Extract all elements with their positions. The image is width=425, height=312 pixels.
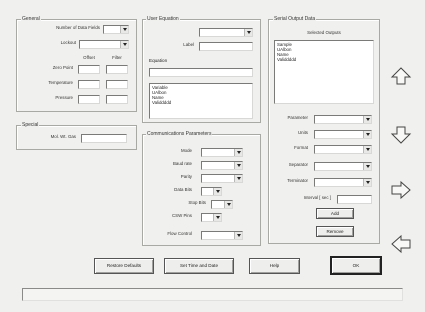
chevron-down-icon — [363, 163, 371, 170]
zero-point-filter-input[interactable] — [106, 65, 128, 74]
parameter-label: Parameter — [287, 115, 309, 120]
baud-rate-select[interactable] — [201, 161, 243, 170]
set-time-date-button[interactable]: Set Time and Date — [164, 258, 234, 274]
down-arrow-icon[interactable] — [390, 125, 412, 145]
pressure-filter-input[interactable] — [106, 95, 128, 104]
special-group-title: Special — [21, 122, 40, 128]
chevron-down-icon — [120, 26, 128, 33]
format-label: Format — [294, 145, 308, 150]
up-arrow-icon[interactable] — [390, 66, 412, 86]
list-item[interactable]: Validdddd — [152, 100, 250, 105]
filter-header: Filter — [112, 55, 122, 60]
selected-outputs-label: Selected Outputs — [307, 30, 341, 35]
status-bar — [22, 288, 403, 301]
list-item[interactable]: Validdddd — [277, 57, 371, 62]
user-equation-label-input[interactable] — [199, 42, 253, 51]
user-equation-label-label: Label — [183, 42, 194, 47]
pressure-label: Pressure — [55, 95, 73, 100]
interval-input[interactable] — [337, 195, 372, 204]
equation-input[interactable] — [149, 68, 253, 77]
chevron-down-icon — [234, 232, 242, 239]
chevron-down-icon — [363, 116, 371, 123]
separator-select[interactable] — [314, 162, 372, 171]
units-select[interactable] — [314, 130, 372, 139]
user-equation-select[interactable] — [199, 28, 253, 37]
terminator-label: Terminator — [287, 178, 308, 183]
chevron-down-icon — [244, 29, 252, 36]
mol-wt-input[interactable] — [81, 134, 127, 143]
mode-select[interactable] — [201, 148, 243, 157]
data-bits-label: Data Bits — [174, 187, 192, 192]
add-button[interactable]: Add — [316, 208, 354, 219]
chevron-down-icon — [234, 175, 242, 182]
mol-wt-label: Mol. Wt. Gas — [50, 134, 76, 139]
serial-output-title: Serial Output Data — [273, 16, 317, 22]
offset-header: Offset — [83, 55, 95, 60]
lockout-label: Lockout — [60, 40, 76, 45]
remove-button[interactable]: Remove — [316, 226, 354, 237]
chevron-down-icon — [120, 41, 128, 48]
lockout-select[interactable] — [79, 40, 129, 49]
equation-label: Equation — [149, 58, 168, 63]
comm-params-title: Communications Parameters — [146, 131, 213, 137]
flow-control-label: Flow Control — [167, 231, 192, 236]
chevron-down-icon — [363, 131, 371, 138]
stop-bits-label: Stop Bits — [188, 200, 206, 205]
chevron-down-icon — [213, 188, 221, 195]
chevron-down-icon — [234, 149, 242, 156]
chevron-down-icon — [234, 162, 242, 169]
stop-bits-select[interactable] — [211, 200, 233, 209]
left-arrow-icon[interactable] — [390, 234, 412, 254]
right-arrow-icon[interactable] — [390, 180, 412, 200]
units-label: Units — [297, 130, 308, 135]
chevron-down-icon — [363, 146, 371, 153]
restore-defaults-button[interactable]: Restore Defaults — [94, 258, 154, 274]
parity-select[interactable] — [201, 174, 243, 183]
flow-control-select[interactable] — [201, 231, 243, 240]
data-bits-select[interactable] — [201, 187, 222, 196]
pressure-offset-input[interactable] — [78, 95, 100, 104]
mode-label: Mode — [181, 148, 192, 153]
temperature-filter-input[interactable] — [106, 80, 128, 89]
chevron-down-icon — [224, 201, 232, 208]
parity-label: Parity — [180, 174, 192, 179]
parameter-select[interactable] — [314, 115, 372, 124]
ok-button[interactable]: OK — [330, 256, 382, 275]
selected-outputs-list[interactable]: Sample UAlbon Name Validdddd — [274, 40, 374, 104]
user-equation-title: User Equation — [146, 16, 180, 22]
csw-pins-label: CSW Pins — [171, 213, 192, 218]
num-data-fields-select[interactable] — [103, 25, 129, 34]
num-data-fields-label: Number of Data Fields — [56, 25, 100, 30]
separator-label: Separator — [288, 162, 308, 167]
help-button[interactable]: Help — [249, 258, 300, 274]
equation-variable-list[interactable]: Variable UAlbon Name Validdddd — [149, 83, 253, 119]
zero-point-label: Zero Point — [52, 65, 73, 70]
csw-pins-select[interactable] — [201, 213, 222, 222]
chevron-down-icon — [213, 214, 221, 221]
baud-rate-label: Baud rate — [172, 161, 192, 166]
temperature-label: Temperature — [48, 80, 73, 85]
format-select[interactable] — [314, 145, 372, 154]
terminator-select[interactable] — [314, 178, 372, 187]
chevron-down-icon — [363, 179, 371, 186]
temperature-offset-input[interactable] — [78, 80, 100, 89]
interval-label: Interval [ sec ] — [303, 195, 331, 200]
zero-point-offset-input[interactable] — [78, 65, 100, 74]
general-group-title: General — [21, 16, 41, 22]
